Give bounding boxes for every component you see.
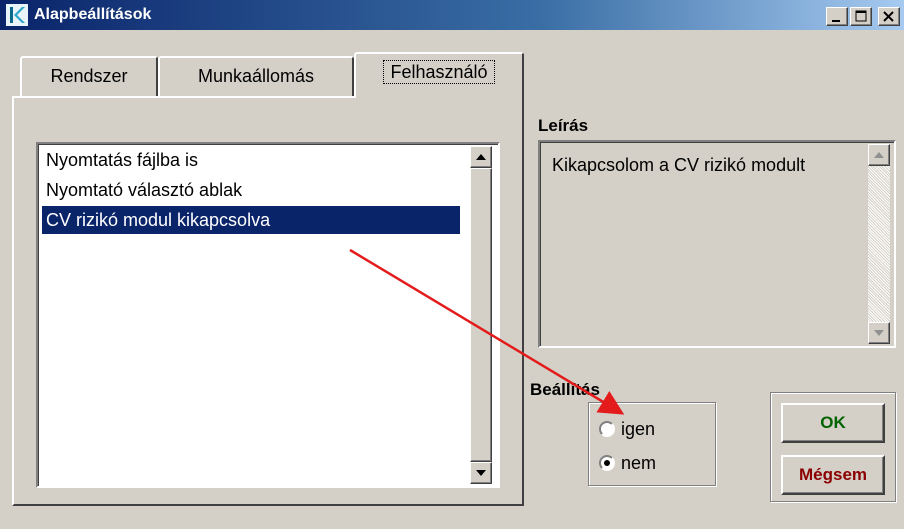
description-label: Leírás [538, 116, 589, 135]
list-item[interactable]: Nyomtató választó ablak [42, 176, 460, 204]
options-listbox[interactable]: Nyomtatás fájlba is Nyomtató választó ab… [36, 142, 500, 488]
list-item-selected[interactable]: CV rizikó modul kikapcsolva [42, 206, 460, 234]
window-title: Alapbeállítások [34, 6, 152, 23]
radio-nem[interactable]: nem [599, 451, 656, 475]
radio-checked-icon[interactable] [599, 455, 615, 471]
tab-label: Munkaállomás [197, 66, 315, 86]
list-scrollbar[interactable] [470, 146, 492, 484]
scroll-down-button[interactable] [868, 322, 890, 344]
arrow-down-icon [476, 470, 486, 476]
scroll-thumb[interactable] [470, 168, 492, 462]
tab-munkaallomas[interactable]: Munkaállomás [158, 56, 354, 96]
arrow-up-icon [476, 154, 486, 160]
radio-label: nem [621, 453, 657, 473]
description-box: Kikapcsolom a CV rizikó modult [538, 140, 896, 348]
radio-igen[interactable]: igen [599, 417, 655, 441]
ok-button[interactable]: OK [781, 403, 885, 443]
list-item-label: CV rizikó modul kikapcsolva [46, 210, 271, 230]
close-icon [883, 11, 894, 22]
close-button[interactable] [878, 7, 900, 26]
list-item[interactable]: Nyomtatás fájlba is [42, 146, 460, 174]
description-scrollbar[interactable] [868, 144, 890, 344]
radio-unchecked-icon[interactable] [599, 421, 615, 437]
maximize-icon [855, 10, 867, 22]
setting-label: Beállítás [530, 380, 600, 399]
tab-label: Rendszer [50, 66, 128, 86]
list-item-label: Nyomtató választó ablak [46, 180, 243, 200]
description-text: Kikapcsolom a CV rizikó modult [552, 155, 806, 175]
scroll-down-button[interactable] [470, 462, 492, 484]
minimize-icon [832, 20, 840, 22]
arrow-down-icon [874, 330, 884, 336]
maximize-button[interactable] [850, 7, 872, 26]
arrow-up-icon [874, 152, 884, 158]
scroll-up-button[interactable] [470, 146, 492, 168]
minimize-button[interactable] [826, 7, 848, 26]
tab-rendszer[interactable]: Rendszer [20, 56, 158, 96]
setting-radio-group: igen nem [588, 402, 716, 486]
radio-label: igen [621, 419, 656, 439]
button-group: OK Mégsem [770, 392, 896, 502]
tab-label: Felhasználó [383, 60, 495, 84]
list-item-label: Nyomtatás fájlba is [46, 150, 199, 170]
title-bar: Alapbeállítások [0, 0, 904, 30]
cancel-button[interactable]: Mégsem [781, 455, 885, 495]
scroll-up-button[interactable] [868, 144, 890, 166]
app-icon [6, 4, 28, 26]
tab-felhasznalo[interactable]: Felhasználó [354, 52, 524, 98]
